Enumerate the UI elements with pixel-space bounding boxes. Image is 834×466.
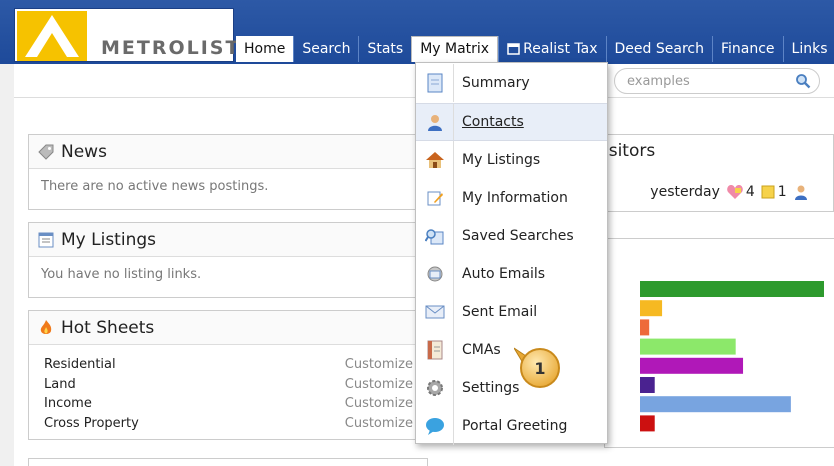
- menu-item-my-information[interactable]: My Information: [416, 179, 607, 217]
- news-panel: News There are no active news postings.: [28, 134, 420, 210]
- menu-item-label: CMAs: [462, 342, 501, 358]
- visitors-count-a: 4: [745, 184, 755, 200]
- header-bar: METROLIST ™ Home Search Stats My Matrix …: [0, 0, 834, 64]
- hot-sheet-label[interactable]: Land: [44, 377, 76, 397]
- hot-sheets-header: Hot Sheets: [29, 311, 419, 345]
- tab-realist-tax[interactable]: Realist Tax: [498, 36, 605, 62]
- menu-item-sent-email[interactable]: Sent Email: [416, 293, 607, 331]
- fire-icon: [40, 319, 52, 334]
- document-icon: [427, 73, 442, 93]
- tab-realist-tax-label: Realist Tax: [523, 40, 598, 57]
- tab-home[interactable]: Home: [236, 36, 294, 62]
- tab-my-matrix[interactable]: My Matrix: [411, 36, 499, 62]
- gear-icon: [426, 380, 443, 396]
- my-matrix-dropdown: Summary Contacts My Listings My Informat…: [415, 62, 608, 445]
- tab-search[interactable]: Search: [293, 36, 358, 62]
- tab-deed-search[interactable]: Deed Search: [605, 36, 712, 62]
- window-icon: [507, 43, 520, 55]
- hot-sheets-list: Residential Customize Land Customize Incom…: [29, 345, 413, 435]
- visitors-title: isitors: [604, 141, 656, 161]
- my-listings-empty-text: You have no listing links.: [41, 267, 202, 282]
- menu-item-label: My Information: [462, 190, 568, 206]
- tag-icon: [38, 144, 54, 160]
- main-nav: Home Search Stats My Matrix Realist Tax …: [236, 36, 834, 62]
- menu-item-label: My Listings: [462, 152, 541, 168]
- edit-icon: [427, 191, 443, 206]
- list-item: Income Customize: [44, 396, 413, 416]
- tab-finance[interactable]: Finance: [711, 36, 783, 62]
- tab-stats[interactable]: Stats: [358, 36, 411, 62]
- hot-sheets-title: Hot Sheets: [61, 317, 155, 338]
- menu-item-saved-searches[interactable]: Saved Searches: [416, 217, 607, 255]
- list-item: Land Customize: [44, 377, 413, 397]
- envelope-icon: [425, 305, 444, 319]
- list-item: Cross Property Customize: [44, 416, 413, 436]
- saved-search-icon: [424, 229, 443, 245]
- menu-item-label: Auto Emails: [462, 266, 546, 282]
- logo-mark-icon: [17, 11, 87, 61]
- customize-link[interactable]: Customize: [345, 377, 413, 397]
- search-icon[interactable]: [795, 73, 811, 89]
- menu-item-label: Sent Email: [462, 304, 538, 320]
- list-item: Residential Customize: [44, 357, 413, 377]
- visitors-period: yesterday: [650, 184, 720, 200]
- hot-sheet-label[interactable]: Cross Property: [44, 416, 139, 436]
- news-header: News: [29, 135, 419, 169]
- callout-number: 1: [534, 359, 545, 378]
- tab-links[interactable]: Links: [782, 36, 834, 62]
- my-listings-panel: My Listings You have no listing links.: [28, 222, 420, 298]
- note-icon: [761, 185, 775, 199]
- chart-panel: [604, 238, 834, 448]
- news-empty-text: There are no active news postings.: [41, 179, 269, 194]
- menu-item-my-listings[interactable]: My Listings: [416, 141, 607, 179]
- menu-item-settings[interactable]: Settings: [416, 369, 607, 407]
- menu-item-contacts[interactable]: Contacts: [416, 103, 607, 141]
- hot-sheets-panel: Hot Sheets Residential Customize Land Cust…: [28, 310, 420, 440]
- search-placeholder: examples: [627, 74, 690, 89]
- menu-item-label: Summary: [462, 75, 530, 91]
- news-title: News: [61, 141, 107, 162]
- menu-item-label: Saved Searches: [462, 228, 574, 244]
- house-icon: [425, 152, 444, 168]
- hot-sheet-label[interactable]: Residential: [44, 357, 116, 377]
- logo-trademark: ™: [229, 41, 235, 48]
- menu-item-auto-emails[interactable]: Auto Emails: [416, 255, 607, 293]
- my-listings-title: My Listings: [61, 229, 156, 250]
- speech-bubble-icon: [425, 418, 444, 435]
- visitors-row: y yesterday 4 1: [596, 184, 809, 200]
- menu-item-cmas[interactable]: CMAs: [416, 331, 607, 369]
- hot-sheet-label[interactable]: Income: [44, 396, 92, 416]
- customize-link[interactable]: Customize: [345, 416, 413, 436]
- menu-item-summary[interactable]: Summary: [416, 64, 607, 102]
- heart-icon: [727, 185, 743, 199]
- person-icon: [427, 115, 442, 131]
- list-icon: [38, 232, 54, 247]
- gear-mail-icon: [427, 266, 442, 282]
- menu-item-portal-greeting[interactable]: Portal Greeting: [416, 407, 607, 445]
- menu-item-label: Settings: [462, 380, 520, 396]
- customize-link[interactable]: Customize: [345, 396, 413, 416]
- my-listings-header: My Listings: [29, 223, 419, 257]
- metrolist-logo[interactable]: METROLIST ™: [14, 8, 238, 62]
- menu-item-label: Contacts: [462, 114, 524, 130]
- bottom-panel: [28, 458, 428, 466]
- visitors-count-b: 1: [777, 184, 787, 200]
- logo-text: METROLIST: [101, 37, 241, 59]
- menu-item-label: Portal Greeting: [462, 418, 568, 434]
- person-icon: [794, 185, 807, 200]
- customize-link[interactable]: Customize: [345, 357, 413, 377]
- report-icon: [427, 340, 442, 360]
- search-input[interactable]: examples: [614, 68, 820, 94]
- callout-badge: 1: [514, 347, 560, 388]
